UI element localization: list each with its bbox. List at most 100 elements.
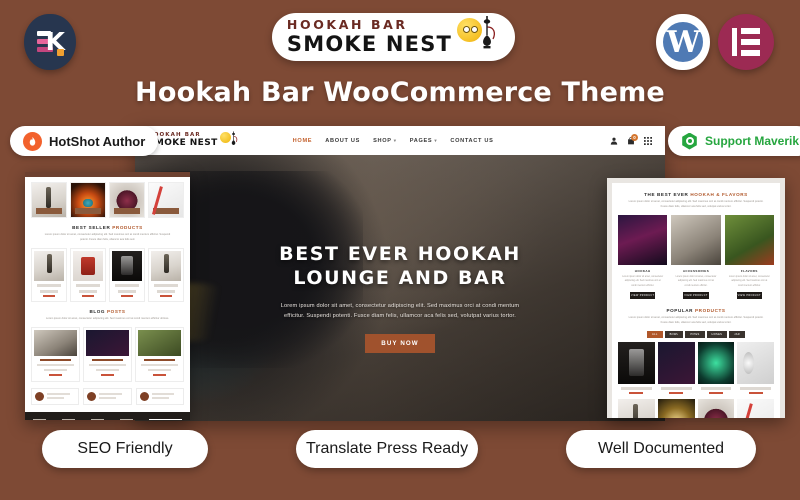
category-card[interactable]: ACCESSORIES Lorem ipsum dolor sit amet, … xyxy=(671,214,721,299)
blog-card[interactable] xyxy=(83,327,132,382)
site-logo[interactable]: HOOKAH BAR SMOKE NEST xyxy=(148,131,239,150)
category-card[interactable]: FLAVORS Lorem ipsum dolor sit amet, cons… xyxy=(724,214,774,299)
flame-icon xyxy=(23,131,42,151)
site-preview-main: HOOKAH BAR SMOKE NEST HOME ABOUT US SHOP… xyxy=(135,126,665,421)
category-card-title: HOOKAH xyxy=(634,268,651,273)
category-tile[interactable] xyxy=(70,182,106,218)
elementor-mark xyxy=(732,28,760,56)
best-seller-heading: BEST SELLER PRODUCTS xyxy=(31,225,184,230)
view-product-label: VIEW PRODUCT xyxy=(684,293,708,297)
nav-item-home[interactable]: HOME xyxy=(293,138,313,144)
popular-products-paragraph: Lorem ipsum dolor sit amet, consectetur … xyxy=(628,315,764,324)
brand-logo-bottom: SMOKE NEST xyxy=(286,31,453,56)
product-card[interactable]: FLAVORS xyxy=(657,399,695,418)
footer-column xyxy=(33,418,55,420)
nav-item-about-us-label: ABOUT US xyxy=(325,137,361,144)
hero-paragraph: Lorem ipsum dolor sit amet, consectetur … xyxy=(280,303,520,320)
site-logo-hookah-icon xyxy=(219,131,239,150)
feature-box xyxy=(135,387,184,405)
newsletter-form xyxy=(149,418,182,420)
product-card[interactable] xyxy=(148,247,184,303)
category-tile[interactable] xyxy=(109,182,145,218)
feature-pill-well-documented[interactable]: Well Documented xyxy=(566,430,756,468)
envato-kit-icon[interactable]: K xyxy=(24,14,76,70)
nav-item-shop-label: SHOP xyxy=(373,137,392,144)
buy-now-button[interactable]: BUY NOW xyxy=(365,333,435,353)
site-preview-shop-page: THE BEST EVER HOOKAH & FLAVORS Lorem ips… xyxy=(607,178,785,418)
view-product-button[interactable]: VIEW PRODUCT xyxy=(630,291,656,299)
brand-logo-top: HOOKAH BAR xyxy=(286,17,408,33)
feature-box xyxy=(31,387,80,405)
product-card[interactable] xyxy=(737,341,774,397)
shipping-icon xyxy=(35,391,44,401)
nav-item-about-us[interactable]: ABOUT US xyxy=(325,138,360,144)
hookah-flavors-paragraph: Lorem ipsum dolor sit amet, consectetur … xyxy=(628,200,764,208)
category-card[interactable]: HOOKAH Lorem ipsum dolor sit amet, conse… xyxy=(618,214,668,299)
category-card-text: Lorem ipsum dolor sit amet, consectetur … xyxy=(622,275,664,287)
footer-column xyxy=(91,418,113,420)
blog-heading: BLOG POSTS xyxy=(31,309,184,314)
hotshot-author-badge[interactable]: HotShot Author xyxy=(10,126,159,156)
blog-card[interactable] xyxy=(31,327,80,382)
elementor-icon[interactable] xyxy=(718,14,774,70)
product-card[interactable]: BOWLS xyxy=(697,399,735,418)
product-filter-tabs: ALL BOWL PIPES HOSES JAR xyxy=(618,330,774,338)
filter-tab-pipes[interactable]: PIPES xyxy=(685,330,705,338)
category-card-title: ACCESSORIES xyxy=(682,268,710,273)
product-card[interactable] xyxy=(618,341,655,397)
view-product-button[interactable]: VIEW PRODUCT xyxy=(683,291,709,299)
hero-title-line2: LOUNGE AND BAR xyxy=(293,266,507,289)
account-icon[interactable] xyxy=(610,137,618,145)
popular-products-row-1 xyxy=(618,341,774,397)
cart-count-badge: 0 xyxy=(631,133,638,141)
wordpress-icon[interactable]: W xyxy=(656,14,710,70)
nav-item-home-label: HOME xyxy=(292,137,313,144)
feature-pill-seo-friendly[interactable]: SEO Friendly xyxy=(42,430,208,468)
hookah-pipe-icon xyxy=(483,16,496,49)
blog-card[interactable] xyxy=(135,327,184,382)
category-card-title: FLAVORS xyxy=(740,268,758,273)
best-seller-heading-a: BEST SELLER xyxy=(72,225,111,230)
category-tile[interactable] xyxy=(31,182,67,218)
product-card[interactable]: PIPES xyxy=(737,399,774,418)
view-product-button[interactable]: VIEW PRODUCT xyxy=(736,291,762,299)
blog-heading-b: POSTS xyxy=(105,309,126,315)
product-card[interactable] xyxy=(697,341,735,397)
product-card[interactable] xyxy=(70,247,106,303)
nav-item-contact-us[interactable]: CONTACT US xyxy=(450,138,493,144)
nav-item-pages-label: PAGES xyxy=(409,137,433,144)
product-card[interactable] xyxy=(31,247,67,303)
hookah-flavors-heading-a: THE BEST EVER xyxy=(644,192,691,197)
grid-menu-icon[interactable] xyxy=(644,136,652,145)
category-card-text: Lorem ipsum dolor sit amet, consectetur … xyxy=(728,275,770,287)
newsletter-email-input[interactable] xyxy=(149,418,182,420)
filter-tab-hoses[interactable]: HOSES xyxy=(706,330,728,338)
filter-tab-bowl[interactable]: BOWL xyxy=(664,330,684,338)
filter-tab-jar[interactable]: JAR xyxy=(729,330,745,338)
support-maverik-badge[interactable]: Support Maverik xyxy=(668,126,800,156)
site-footer xyxy=(25,411,190,420)
product-card[interactable]: HOOKAH xyxy=(618,399,655,418)
money-back-icon xyxy=(87,391,97,401)
site-nav-icons: 0 xyxy=(610,133,652,145)
footer-column xyxy=(62,418,84,420)
nav-item-pages[interactable]: PAGES ▾ xyxy=(410,138,438,144)
hotshot-author-label: HotShot Author xyxy=(49,133,146,149)
hookah-smiley-icon xyxy=(456,15,500,59)
hero-section: BEST EVER HOOKAH LOUNGE AND BAR Lorem ip… xyxy=(135,155,665,421)
brand-logo: HOOKAH BAR SMOKE NEST xyxy=(272,13,515,61)
site-logo-bottom: SMOKE NEST xyxy=(148,138,218,149)
secure-payment-icon xyxy=(139,391,149,401)
product-card[interactable] xyxy=(657,341,695,397)
footer-column xyxy=(120,418,142,420)
promo-banner: K W HOOKAH BAR SMOKE NEST Hookah Bar Woo… xyxy=(0,0,800,500)
feature-pill-translate-press-ready[interactable]: Translate Press Ready xyxy=(296,430,478,468)
feature-box xyxy=(83,387,132,405)
category-tile[interactable] xyxy=(148,182,184,218)
hookah-flavors-heading-b: HOOKAH & FLAVORS xyxy=(690,192,748,197)
best-seller-paragraph: Lorem ipsum dolor sit amet, consectetur … xyxy=(44,233,171,241)
hookah-flavors-heading: THE BEST EVER HOOKAH & FLAVORS xyxy=(618,192,774,197)
product-card[interactable] xyxy=(109,247,145,303)
filter-tab-all[interactable]: ALL xyxy=(647,330,663,338)
nav-item-shop[interactable]: SHOP ▾ xyxy=(373,138,397,144)
